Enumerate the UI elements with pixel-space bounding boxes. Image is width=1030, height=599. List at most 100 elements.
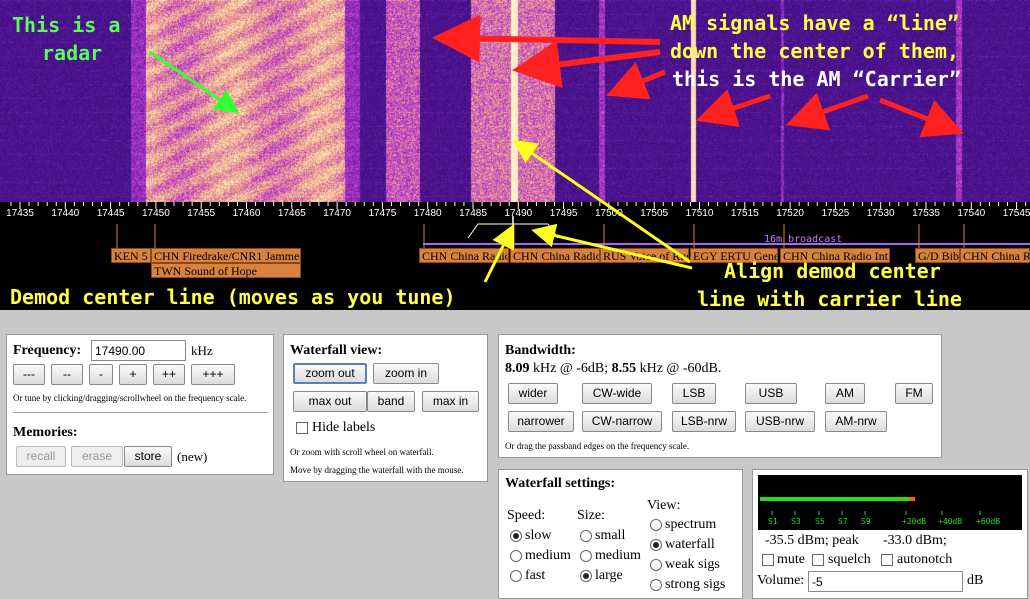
bw6-text: kHz @ -6dB; [533, 361, 609, 376]
bw60-value: 8.55 [611, 361, 637, 376]
usb-narrow-button[interactable]: USB-nrw [745, 411, 815, 432]
station-label[interactable]: TWN Sound of Hope [151, 263, 301, 278]
view-strong-sigs-label: strong sigs [665, 577, 726, 592]
station-label[interactable]: KEN 5 [111, 248, 151, 263]
step-up-small-button[interactable]: + [119, 364, 147, 385]
zoom-hint: Or zoom with scroll wheel on waterfall. [290, 447, 434, 457]
am-narrow-button[interactable]: AM-nrw [825, 411, 887, 432]
step-down-small-button[interactable]: - [89, 364, 113, 385]
speed-label: Speed: [507, 508, 546, 523]
scale-tick-label: 17470 [323, 208, 351, 219]
zoom-out-button[interactable]: zoom out [293, 363, 367, 384]
usb-button[interactable]: USB [745, 383, 797, 404]
step-up-medium-button[interactable]: ++ [153, 364, 185, 385]
lsb-narrow-button[interactable]: LSB-nrw [672, 411, 736, 432]
autonotch-label: autonotch [897, 552, 953, 567]
annotation-am-line1: AM signals have a “line” [670, 11, 959, 35]
step-down-large-button[interactable]: --- [13, 364, 45, 385]
speed-medium-label: medium [525, 548, 571, 563]
frequency-panel: Frequency: kHz --- -- - + ++ +++ Or tune… [6, 334, 274, 475]
scale-tick-label: 17500 [595, 208, 623, 219]
bw60-text: kHz @ -60dB. [639, 361, 722, 376]
speed-fast-label: fast [525, 568, 546, 583]
hide-labels-label: Hide labels [312, 420, 376, 435]
max-out-button[interactable]: max out [293, 391, 367, 412]
waterfall-settings-title: Waterfall settings: [505, 476, 616, 491]
speed-slow-radio[interactable] [510, 530, 522, 542]
annotation-align-line2: line with carrier line [697, 287, 962, 311]
waterfall-settings-panel: Waterfall settings: Speed: slow medium f… [498, 469, 743, 599]
cw-narrow-button[interactable]: CW-narrow [582, 411, 662, 432]
signal-meter: S1 S3 S5 S7 S9 +20dB +40dB +60dB [758, 475, 1022, 530]
size-small-label: small [595, 528, 626, 543]
frequency-unit: kHz [191, 343, 213, 358]
smeter-scale-label: +20dB [902, 517, 926, 526]
hide-labels-checkbox[interactable] [296, 422, 308, 434]
size-medium-radio[interactable] [580, 550, 592, 562]
scale-tick-label: 17455 [187, 208, 215, 219]
step-up-large-button[interactable]: +++ [191, 364, 235, 385]
passband-hint: Or drag the passband edges on the freque… [505, 441, 690, 451]
view-waterfall-label: waterfall [665, 537, 715, 552]
scale-tick-label: 17450 [142, 208, 170, 219]
zoom-in-button[interactable]: zoom in [373, 363, 439, 384]
tune-hint: Or tune by clicking/dragging/scrollwheel… [13, 393, 247, 403]
frequency-input[interactable] [91, 340, 186, 361]
scale-tick-label: 17515 [731, 208, 759, 219]
view-spectrum-radio[interactable] [650, 519, 662, 531]
max-in-button[interactable]: max in [422, 391, 479, 412]
size-small-radio[interactable] [580, 530, 592, 542]
autonotch-checkbox[interactable] [881, 554, 893, 566]
waterfall-view-panel: Waterfall view: zoom out zoom in max out… [283, 334, 488, 482]
cw-wide-button[interactable]: CW-wide [582, 383, 652, 404]
smeter-scale-label: S1 [768, 517, 778, 526]
scale-tick-label: 17480 [414, 208, 442, 219]
scale-tick-label: 17520 [776, 208, 804, 219]
narrower-button[interactable]: narrower [508, 411, 574, 432]
squelch-checkbox[interactable] [812, 554, 824, 566]
fm-button[interactable]: FM [895, 383, 933, 404]
scale-tick-label: 17440 [51, 208, 79, 219]
station-label[interactable]: CHN Firedrake/CNR1 Jammer [151, 248, 301, 263]
size-large-radio[interactable] [580, 570, 592, 582]
scale-tick-label: 17525 [821, 208, 849, 219]
view-strong-sigs-radio[interactable] [650, 579, 662, 591]
smeter-scale-label: S5 [815, 517, 825, 526]
station-label[interactable]: CHN China Radio [419, 248, 509, 263]
wider-button[interactable]: wider [508, 383, 558, 404]
am-button[interactable]: AM [825, 383, 865, 404]
drag-hint: Move by dragging the waterfall with the … [290, 465, 464, 475]
smeter-scale-label: S3 [791, 517, 801, 526]
waterfall-view-title: Waterfall view: [290, 343, 383, 358]
scale-tick-label: 17485 [459, 208, 487, 219]
station-label[interactable]: RUS Voice of Russia [600, 248, 689, 263]
volume-input[interactable] [808, 571, 963, 592]
view-waterfall-radio[interactable] [650, 539, 662, 551]
station-label[interactable]: CHN China Radio [510, 248, 600, 263]
lsb-button[interactable]: LSB [672, 383, 716, 404]
band-button[interactable]: band [367, 391, 415, 412]
smeter-scale-label: +60dB [976, 517, 1000, 526]
erase-button[interactable]: erase [71, 446, 123, 467]
speed-medium-radio[interactable] [510, 550, 522, 562]
bandwidth-panel: Bandwidth: 8.09 kHz @ -6dB; 8.55 kHz @ -… [498, 334, 942, 458]
speed-fast-radio[interactable] [510, 570, 522, 582]
scale-tick-label: 17545 [1003, 208, 1030, 219]
scale-tick-label: 17495 [550, 208, 578, 219]
annotation-radar-line1: This is a [12, 13, 121, 37]
recall-button[interactable]: recall [16, 446, 66, 467]
scale-tick-label: 17540 [957, 208, 985, 219]
scale-tick-label: 17510 [686, 208, 714, 219]
step-down-medium-button[interactable]: -- [51, 364, 83, 385]
size-large-label: large [595, 568, 623, 583]
scale-tick-label: 17445 [97, 208, 125, 219]
mute-checkbox[interactable] [762, 554, 774, 566]
memory-status: (new) [177, 449, 208, 464]
store-button[interactable]: store [124, 446, 172, 467]
view-weak-sigs-label: weak sigs [665, 557, 720, 572]
view-weak-sigs-radio[interactable] [650, 559, 662, 571]
station-label[interactable]: CHN China R [960, 248, 1030, 263]
size-label: Size: [577, 508, 605, 523]
view-spectrum-label: spectrum [665, 517, 717, 532]
volume-unit: dB [967, 573, 984, 588]
